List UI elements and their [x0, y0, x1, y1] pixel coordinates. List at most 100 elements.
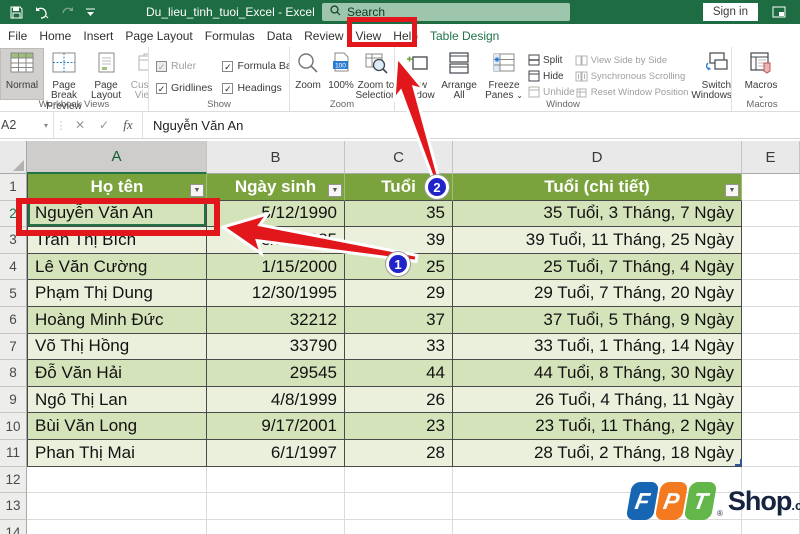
row-header-1[interactable]: 1 — [0, 174, 27, 201]
row-header-4[interactable]: 4 — [0, 253, 27, 281]
cell-E5[interactable] — [742, 280, 800, 307]
row-header-6[interactable]: 6 — [0, 306, 27, 334]
cell-C6[interactable]: 37 — [345, 306, 453, 334]
split-button[interactable]: Split — [528, 52, 575, 68]
macros-button[interactable]: Macros ⌄ — [733, 49, 789, 102]
row-header-2[interactable]: 2 — [0, 200, 27, 228]
cell-D14[interactable] — [453, 519, 742, 534]
switch-windows-button[interactable]: Switch Windows ⌄ — [688, 49, 731, 102]
zoom-button[interactable]: Zoom — [291, 49, 325, 99]
cell-A14[interactable] — [27, 519, 207, 534]
name-box[interactable]: A2 ▾ — [0, 112, 54, 138]
cell-D1[interactable]: Tuổi (chi tiết) ▼ — [453, 174, 742, 201]
cell-A12[interactable] — [27, 466, 207, 494]
customize-qat-icon[interactable] — [86, 8, 95, 17]
cell-A6[interactable]: Hoàng Minh Đức — [27, 306, 207, 334]
select-all-corner[interactable] — [0, 141, 27, 174]
column-header-E[interactable]: E — [742, 141, 800, 174]
cell-C9[interactable]: 26 — [345, 386, 453, 414]
tab-help[interactable]: Help — [387, 24, 424, 47]
cell-A8[interactable]: Đỗ Văn Hải — [27, 360, 207, 387]
column-header-D[interactable]: D — [453, 141, 742, 174]
tab-page-layout[interactable]: Page Layout — [119, 24, 198, 47]
cell-B6[interactable]: 32212 — [207, 306, 345, 334]
cell-C13[interactable] — [345, 493, 453, 520]
freeze-panes-button[interactable]: Freeze Panes ⌄ — [480, 49, 528, 102]
formula-bar-checkbox[interactable]: ✓ Formula Bar — [222, 55, 289, 77]
arrange-all-button[interactable]: Arrange All — [438, 49, 480, 102]
tab-home[interactable]: Home — [33, 24, 77, 47]
cell-A13[interactable] — [27, 493, 207, 520]
zoom-to-selection-button[interactable]: Zoom to Selection — [355, 49, 394, 102]
cell-A3[interactable]: Trần Thị Bích — [27, 227, 207, 254]
cell-B10[interactable]: 9/17/2001 — [207, 413, 345, 440]
cell-B11[interactable]: 6/1/1997 — [207, 439, 345, 467]
cell-B7[interactable]: 33790 — [207, 333, 345, 361]
cell-B12[interactable] — [207, 466, 345, 494]
cell-E8[interactable] — [742, 360, 800, 387]
filter-dropdown-icon[interactable]: ▼ — [725, 183, 739, 197]
enter-entry-icon[interactable]: ✓ — [92, 118, 116, 132]
cell-D5[interactable]: 29 Tuổi, 7 Tháng, 20 Ngày — [453, 280, 742, 307]
insert-function-icon[interactable]: fx — [116, 117, 140, 133]
cell-B4[interactable]: 1/15/2000 — [207, 253, 345, 281]
cell-E1[interactable] — [742, 174, 800, 201]
cell-D3[interactable]: 39 Tuổi, 11 Tháng, 25 Ngày — [453, 227, 742, 254]
column-header-B[interactable]: B — [207, 141, 345, 174]
cell-A4[interactable]: Lê Văn Cường — [27, 253, 207, 281]
row-header-5[interactable]: 5 — [0, 280, 27, 307]
cell-C12[interactable] — [345, 466, 453, 494]
tab-data[interactable]: Data — [261, 24, 298, 47]
cell-E4[interactable] — [742, 253, 800, 281]
cell-A2[interactable]: Nguyễn Văn An — [27, 200, 207, 228]
sign-in-button[interactable]: Sign in — [702, 3, 758, 21]
cell-B14[interactable] — [207, 519, 345, 534]
ruler-checkbox[interactable]: ✓ Ruler — [156, 55, 212, 77]
cell-D11[interactable]: 28 Tuổi, 2 Tháng, 18 Ngày — [453, 439, 742, 467]
cell-D7[interactable]: 33 Tuổi, 1 Tháng, 14 Ngày — [453, 333, 742, 361]
cell-D8[interactable]: 44 Tuổi, 8 Tháng, 30 Ngày — [453, 360, 742, 387]
cell-A9[interactable]: Ngô Thị Lan — [27, 386, 207, 414]
cell-D9[interactable]: 26 Tuổi, 4 Tháng, 11 Ngày — [453, 386, 742, 414]
cell-D10[interactable]: 23 Tuổi, 11 Tháng, 2 Ngày — [453, 413, 742, 440]
headings-checkbox[interactable]: ✓ Headings — [222, 77, 289, 99]
filter-dropdown-icon[interactable]: ▼ — [328, 183, 342, 197]
cell-E3[interactable] — [742, 227, 800, 254]
cell-E9[interactable] — [742, 386, 800, 414]
cell-B1[interactable]: Ngày sinh ▼ — [207, 174, 345, 201]
cell-E14[interactable] — [742, 519, 800, 534]
new-window-button[interactable]: New Window — [396, 49, 438, 102]
redo-icon[interactable] — [60, 6, 75, 19]
synchronous-scrolling-button[interactable]: Synchronous Scrolling — [575, 68, 689, 84]
tab-table-design[interactable]: Table Design — [424, 24, 505, 47]
view-side-by-side-button[interactable]: View Side by Side — [575, 52, 689, 68]
row-header-10[interactable]: 10 — [0, 413, 27, 440]
table-resize-handle[interactable] — [735, 459, 742, 466]
cell-B13[interactable] — [207, 493, 345, 520]
row-header-11[interactable]: 11 — [0, 439, 27, 467]
hide-button[interactable]: Hide — [528, 68, 575, 84]
cell-E7[interactable] — [742, 333, 800, 361]
cell-C7[interactable]: 33 — [345, 333, 453, 361]
ribbon-display-options-icon[interactable] — [772, 5, 786, 23]
row-header-7[interactable]: 7 — [0, 333, 27, 361]
cell-D2[interactable]: 35 Tuổi, 3 Tháng, 7 Ngày — [453, 200, 742, 228]
cell-E2[interactable] — [742, 200, 800, 228]
cell-C10[interactable]: 23 — [345, 413, 453, 440]
cell-C11[interactable]: 28 — [345, 439, 453, 467]
cell-E6[interactable] — [742, 306, 800, 334]
cell-A5[interactable]: Phạm Thị Dung — [27, 280, 207, 307]
cell-A7[interactable]: Võ Thị Hồng — [27, 333, 207, 361]
cell-D6[interactable]: 37 Tuổi, 5 Tháng, 9 Ngày — [453, 306, 742, 334]
cell-C14[interactable] — [345, 519, 453, 534]
save-icon[interactable] — [10, 6, 23, 19]
tab-file[interactable]: File — [2, 24, 33, 47]
cell-B5[interactable]: 12/30/1995 — [207, 280, 345, 307]
cell-C3[interactable]: 39 — [345, 227, 453, 254]
cell-D4[interactable]: 25 Tuổi, 7 Tháng, 4 Ngày — [453, 253, 742, 281]
filter-dropdown-icon[interactable]: ▼ — [190, 183, 204, 197]
custom-views-button[interactable]: Custom Views — [127, 49, 148, 102]
row-header-14[interactable]: 14 — [0, 519, 27, 534]
cell-E10[interactable] — [742, 413, 800, 440]
column-header-C[interactable]: C — [345, 141, 453, 174]
